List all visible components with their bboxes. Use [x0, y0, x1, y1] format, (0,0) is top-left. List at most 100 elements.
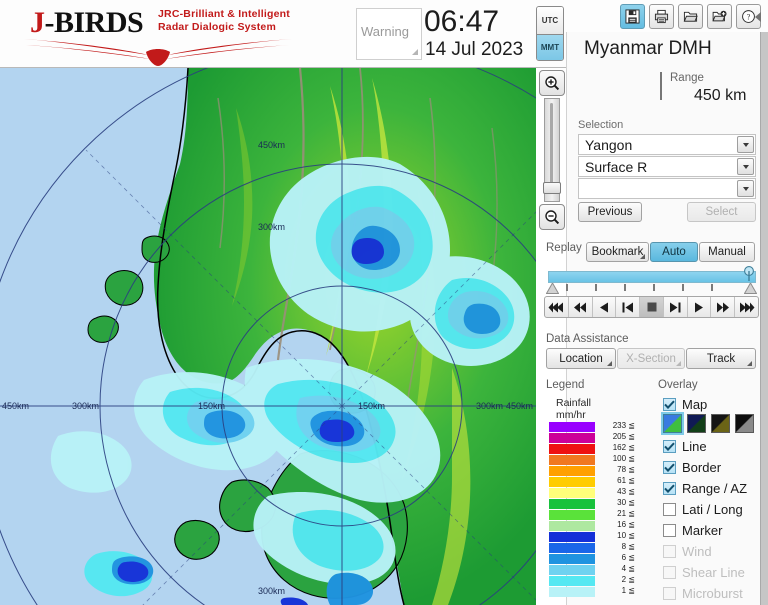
overlay-map[interactable]: Map — [663, 394, 759, 415]
legend-scale: 233 ≦ 205 ≦ 162 ≦ 100 ≦ 78 ≦ 61 ≦ 43 ≦ 30 ≦ 21 ≦… — [549, 421, 635, 598]
track-button[interactable]: Track — [686, 348, 756, 369]
zoom-in-button[interactable] — [539, 70, 565, 96]
map-theme-color[interactable] — [661, 412, 684, 435]
x-section-button-label: X-Section — [626, 352, 676, 365]
legend-value-label: 2 ≦ — [621, 575, 635, 584]
overlay-marker-checkbox[interactable] — [663, 524, 676, 537]
radar-site-title: Myanmar DMH — [584, 38, 712, 59]
select-button[interactable]: Select — [687, 202, 756, 222]
manual-mode-button[interactable]: Manual — [699, 242, 755, 262]
overlay-lati-long-checkbox[interactable] — [663, 503, 676, 516]
overlay-border-checkbox[interactable] — [663, 461, 676, 474]
skip-to-start-button[interactable] — [545, 297, 569, 317]
legend-value-label: 4 ≦ — [621, 564, 635, 573]
overlay-line[interactable]: Line — [663, 436, 759, 457]
save-button[interactable] — [620, 4, 645, 29]
folder-add-button[interactable] — [707, 4, 732, 29]
overlay-map-checkbox[interactable] — [663, 398, 676, 411]
side-panel-scrollbar[interactable] — [760, 32, 768, 605]
replay-timeline-ticks — [548, 284, 756, 292]
print-button[interactable] — [649, 4, 674, 29]
legend-color-swatch — [549, 477, 595, 487]
play-button[interactable] — [688, 297, 712, 317]
previous-button[interactable]: Previous — [578, 202, 642, 222]
overlay-wind-checkbox — [663, 545, 676, 558]
logo-tagline: JRC-Brilliant & Intelligent Radar Dialog… — [158, 8, 308, 33]
rewind-icon — [574, 302, 587, 312]
map-theme-olive[interactable] — [711, 414, 730, 433]
map-zoom-control[interactable] — [539, 70, 565, 230]
next-frame-icon — [670, 302, 681, 312]
replay-transport-bar — [544, 296, 759, 318]
legend-color-swatch — [549, 488, 595, 498]
overlay-range-az-checkbox[interactable] — [663, 482, 676, 495]
skip-to-end-icon — [739, 302, 755, 312]
step-back-icon — [599, 302, 608, 312]
overlay-range-az[interactable]: Range / AZ — [663, 478, 759, 499]
bookmark-button[interactable]: Bookmark — [586, 242, 649, 262]
map-theme-dark-blue[interactable] — [687, 414, 706, 433]
logo-wordmark: J-BIRDS — [30, 6, 144, 40]
svg-text:300km: 300km — [72, 401, 99, 411]
replay-timeline-handle[interactable] — [742, 266, 756, 281]
help-icon: ? — [742, 10, 755, 23]
skip-to-end-button[interactable] — [735, 297, 758, 317]
legend-color-swatch — [549, 587, 595, 597]
overlay-lati-long-label: Lati / Long — [682, 502, 743, 517]
svg-text:150km: 150km — [198, 401, 225, 411]
elevation-select[interactable] — [578, 178, 756, 199]
site-select[interactable]: Yangon — [578, 134, 756, 155]
zoom-in-icon — [545, 76, 560, 91]
previous-frame-button[interactable] — [616, 297, 641, 317]
map-theme-gray[interactable] — [735, 414, 754, 433]
overlay-border-label: Border — [682, 460, 722, 475]
legend-color-swatch — [549, 422, 595, 432]
timezone-mmt-button[interactable]: MMT — [537, 33, 563, 60]
legend-unit-line2: mm/hr — [556, 409, 586, 421]
auto-mode-button[interactable]: Auto — [650, 242, 698, 262]
radar-map-view[interactable]: 450km 300km 150km 150km 300km 450km 450k… — [0, 68, 536, 605]
legend-color-swatch — [549, 499, 595, 509]
legend-value-label: 100 ≦ — [612, 454, 635, 463]
replay-label: Replay — [546, 242, 582, 254]
product-select[interactable]: Surface R — [578, 156, 756, 177]
zoom-out-icon — [545, 210, 560, 225]
logo-tagline-line1: JRC-Brilliant & Intelligent — [158, 8, 290, 20]
stop-button[interactable] — [640, 297, 664, 317]
replay-timeline-track[interactable] — [548, 271, 756, 283]
legend-value-label: 43 ≦ — [617, 487, 635, 496]
site-select-value: Yangon — [585, 137, 633, 153]
check-icon — [664, 463, 675, 472]
overlay-lati-long[interactable]: Lati / Long — [663, 499, 759, 520]
app-logo: J-BIRDS JRC-Brilliant & Intelligent Rada… — [6, 2, 306, 66]
timezone-utc-button[interactable]: UTC — [537, 7, 563, 34]
open-button[interactable] — [678, 4, 703, 29]
legend-unit-label: Rainfall mm/hr — [556, 397, 591, 421]
legend-value-label: 6 ≦ — [621, 553, 635, 562]
x-section-button[interactable]: X-Section — [617, 348, 685, 369]
legend-color-swatch — [549, 433, 595, 443]
product-select-arrow[interactable] — [737, 158, 754, 175]
zoom-slider-handle[interactable] — [543, 182, 561, 194]
logo-tagline-line2: Radar Dialogic System — [158, 20, 276, 33]
overlay-border[interactable]: Border — [663, 457, 759, 478]
logo-rest: -BIRDS — [44, 6, 144, 39]
overlay-marker[interactable]: Marker — [663, 520, 759, 541]
zoom-out-button[interactable] — [539, 204, 565, 230]
skip-to-start-icon — [548, 302, 564, 312]
legend-value-label: 162 ≦ — [612, 443, 635, 452]
product-select-value: Surface R — [585, 159, 648, 175]
timezone-toggle[interactable]: UTC MMT — [536, 6, 564, 61]
rewind-button[interactable] — [569, 297, 593, 317]
svg-text:450km: 450km — [2, 401, 29, 411]
next-frame-button[interactable] — [664, 297, 688, 317]
step-back-button[interactable] — [593, 297, 617, 317]
fast-forward-button[interactable] — [711, 297, 736, 317]
overlay-wind-label: Wind — [682, 544, 712, 559]
open-folder-icon — [683, 11, 698, 22]
location-button[interactable]: Location — [546, 348, 616, 369]
overlay-line-checkbox[interactable] — [663, 440, 676, 453]
elevation-select-arrow[interactable] — [737, 180, 754, 197]
site-select-arrow[interactable] — [737, 136, 754, 153]
toolbar-collapse-arrow-icon[interactable] — [755, 12, 761, 22]
